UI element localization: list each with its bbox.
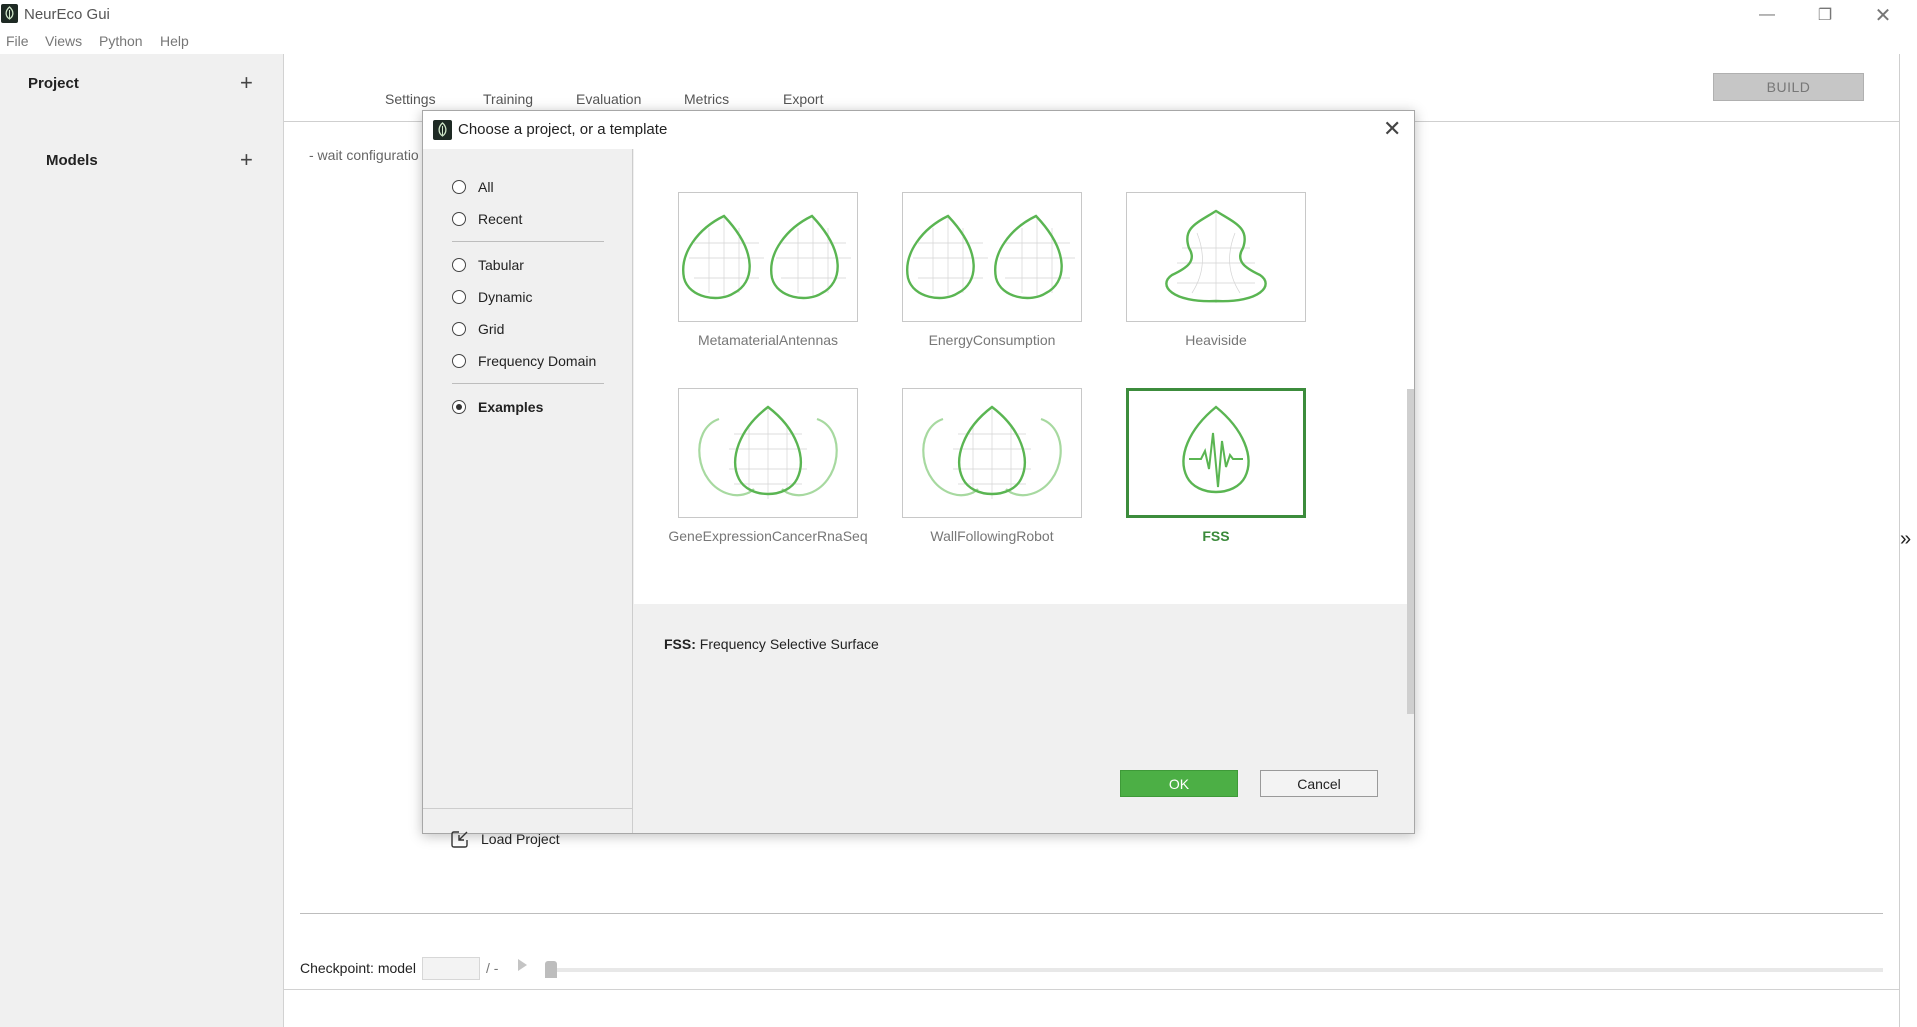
- minimize-icon: —: [1759, 6, 1775, 23]
- radio-checked-icon[interactable]: [452, 400, 466, 414]
- filter-examples[interactable]: Examples: [452, 399, 543, 415]
- menu-help[interactable]: Help: [160, 33, 189, 49]
- tab-export[interactable]: Export: [783, 91, 823, 107]
- menu-file[interactable]: File: [6, 33, 29, 49]
- template-label: MetamaterialAntennas: [697, 332, 839, 348]
- minimize-button[interactable]: —: [1738, 0, 1796, 30]
- load-project-button[interactable]: Load Project: [451, 830, 560, 848]
- tab-settings[interactable]: Settings: [385, 91, 436, 107]
- template-tile-wallfollowingrobot[interactable]: [902, 388, 1082, 518]
- filter-label: All: [478, 179, 494, 195]
- radio-icon[interactable]: [452, 322, 466, 336]
- close-window-button[interactable]: ✕: [1854, 0, 1912, 30]
- load-project-label: Load Project: [481, 831, 560, 847]
- cancel-button[interactable]: Cancel: [1260, 770, 1378, 797]
- menu-views[interactable]: Views: [45, 33, 82, 49]
- filter-panel: All Recent Tabular Dynamic Grid Frequenc…: [423, 149, 633, 848]
- models-label: Models: [46, 152, 98, 169]
- template-tile-fss[interactable]: [1126, 388, 1306, 518]
- app-logo-icon: [1, 4, 18, 23]
- separator: [452, 383, 604, 384]
- radio-icon[interactable]: [452, 212, 466, 226]
- dialog-logo-icon: [433, 120, 452, 140]
- play-icon[interactable]: [518, 959, 527, 971]
- vase-icon: [1165, 209, 1267, 303]
- description-text: Frequency Selective Surface: [699, 636, 879, 652]
- status-text: - wait configuratio: [309, 147, 419, 163]
- template-grid: MetamaterialAntennas EnergyConsumption H…: [634, 149, 1414, 604]
- checkpoint-total: / -: [486, 960, 499, 976]
- template-label: EnergyConsumption: [928, 332, 1056, 348]
- template-label: WallFollowingRobot: [930, 528, 1054, 544]
- filter-label: Grid: [478, 321, 505, 337]
- checkpoint-slider[interactable]: [545, 968, 1883, 972]
- filter-dynamic[interactable]: Dynamic: [452, 289, 532, 305]
- triple-leaf-icon: [922, 405, 1062, 499]
- divider: [300, 913, 1883, 914]
- radio-icon[interactable]: [452, 180, 466, 194]
- slider-handle[interactable]: [545, 961, 557, 978]
- dialog-close-icon[interactable]: ✕: [1383, 117, 1401, 141]
- filter-label: Recent: [478, 211, 523, 227]
- app-title: NeurEco Gui: [24, 6, 110, 23]
- choose-project-dialog: Choose a project, or a template ✕ All Re…: [422, 110, 1415, 848]
- menu-python[interactable]: Python: [99, 33, 143, 49]
- filter-label: Tabular: [478, 257, 524, 273]
- double-leaf-icon: [906, 214, 1075, 300]
- radio-icon[interactable]: [452, 258, 466, 272]
- dialog-title: Choose a project, or a template: [458, 121, 668, 138]
- template-tile-metamaterialantennas[interactable]: [678, 192, 858, 322]
- separator: [423, 808, 632, 809]
- tab-training[interactable]: Training: [483, 91, 533, 107]
- restore-button[interactable]: ❐: [1796, 0, 1854, 30]
- filter-grid[interactable]: Grid: [452, 321, 504, 337]
- filter-recent[interactable]: Recent: [452, 211, 522, 227]
- radio-icon[interactable]: [452, 354, 466, 368]
- load-project-icon: [451, 831, 468, 848]
- divider: [284, 989, 1899, 990]
- triple-leaf-icon: [698, 405, 838, 499]
- close-icon: ✕: [1874, 4, 1892, 27]
- build-button[interactable]: BUILD: [1713, 73, 1864, 101]
- template-label: GeneExpressionCancerRnaSeq: [668, 528, 868, 544]
- filter-label: Dynamic: [478, 289, 533, 305]
- filter-label: Frequency Domain: [478, 353, 597, 369]
- template-scrollbar[interactable]: [1407, 389, 1414, 714]
- template-label: Heaviside: [1185, 332, 1247, 348]
- separator: [452, 241, 604, 242]
- project-label: Project: [28, 75, 79, 92]
- checkpoint-label: Checkpoint: model: [300, 960, 416, 976]
- radio-icon[interactable]: [452, 290, 466, 304]
- description-name: FSS:: [664, 636, 696, 652]
- tab-evaluation[interactable]: Evaluation: [576, 91, 641, 107]
- double-leaf-icon: [682, 214, 851, 300]
- template-tile-energyconsumption[interactable]: [902, 192, 1082, 322]
- add-project-icon[interactable]: +: [240, 72, 253, 94]
- template-tile-geneexpressioncancerrnaseq[interactable]: [678, 388, 858, 518]
- filter-all[interactable]: All: [452, 179, 494, 195]
- project-sidebar: Project + Models +: [0, 54, 284, 1027]
- template-tile-heaviside[interactable]: [1126, 192, 1306, 322]
- tab-metrics[interactable]: Metrics: [684, 91, 729, 107]
- filter-frequency-domain[interactable]: Frequency Domain: [452, 353, 596, 369]
- template-description: FSS: Frequency Selective Surface: [664, 636, 879, 652]
- signal-leaf-icon: [1182, 405, 1250, 494]
- ok-button[interactable]: OK: [1120, 770, 1238, 797]
- title-bar: NeurEco Gui — ❐ ✕: [0, 0, 1917, 30]
- template-label: FSS: [1202, 528, 1230, 544]
- filter-label: Examples: [478, 399, 544, 415]
- restore-icon: ❐: [1817, 7, 1833, 24]
- add-model-icon[interactable]: +: [240, 149, 253, 171]
- filter-tabular[interactable]: Tabular: [452, 257, 524, 273]
- checkpoint-input[interactable]: [422, 957, 480, 980]
- expand-panel-icon[interactable]: »: [1900, 528, 1911, 551]
- dialog-title-bar: Choose a project, or a template ✕: [423, 111, 1414, 149]
